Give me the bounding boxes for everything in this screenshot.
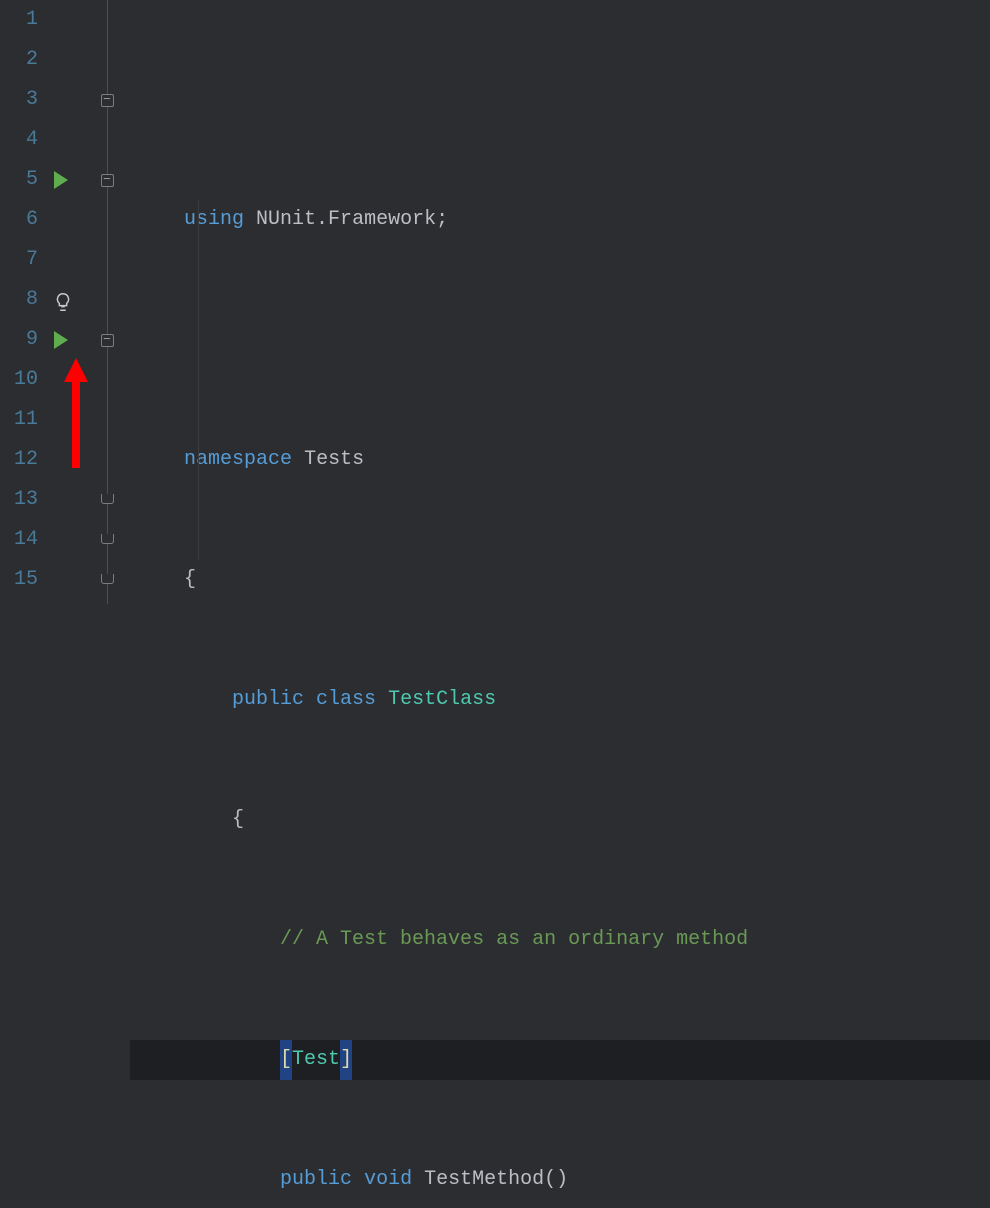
code-line[interactable]: using NUnit.Framework; (130, 200, 990, 240)
gutter: 1 2 3 4 5 6 7 8 9 10 11 12 13 14 15 (0, 0, 130, 604)
line-number-column: 1 2 3 4 5 6 7 8 9 10 11 12 13 14 15 (0, 0, 48, 604)
code-line[interactable]: // A Test behaves as an ordinary method (130, 920, 990, 960)
code-line-active[interactable]: [Test] (130, 1040, 990, 1080)
line-number: 6 (0, 200, 38, 240)
line-number: 5 (0, 160, 38, 200)
type-name: TestClass (388, 680, 496, 720)
run-test-icon[interactable] (54, 331, 68, 349)
run-gutter (48, 0, 90, 604)
method-name: TestMethod (424, 1160, 544, 1200)
fold-toggle[interactable] (101, 174, 114, 187)
line-number: 1 (0, 0, 38, 40)
code-editor[interactable]: 1 2 3 4 5 6 7 8 9 10 11 12 13 14 15 (0, 0, 990, 604)
fold-toggle[interactable] (101, 94, 114, 107)
line-number: 15 (0, 560, 38, 600)
lightbulb-icon[interactable] (52, 289, 74, 311)
line-number: 14 (0, 520, 38, 560)
line-number: 3 (0, 80, 38, 120)
keyword: class (316, 680, 376, 720)
line-number: 2 (0, 40, 38, 80)
code-line[interactable]: { (130, 560, 990, 600)
code-line[interactable]: namespace Tests (130, 440, 990, 480)
line-number: 10 (0, 360, 38, 400)
fold-end[interactable] (101, 494, 114, 504)
attr-bracket: [ (280, 1040, 292, 1080)
attr-bracket: ] (340, 1040, 352, 1080)
code-area[interactable]: using NUnit.Framework; namespace Tests {… (130, 0, 990, 604)
keyword: using (184, 200, 244, 240)
line-number: 12 (0, 440, 38, 480)
fold-end[interactable] (101, 574, 114, 584)
fold-toggle[interactable] (101, 334, 114, 347)
keyword: namespace (184, 440, 292, 480)
line-number: 9 (0, 320, 38, 360)
code-line[interactable]: { (130, 800, 990, 840)
fold-gutter (90, 0, 130, 604)
indent-guide (198, 200, 199, 560)
code-line[interactable] (130, 320, 990, 360)
line-number: 4 (0, 120, 38, 160)
punct: ; (436, 200, 448, 240)
attribute: Test (292, 1040, 340, 1080)
keyword: public (280, 1160, 352, 1200)
keyword: void (364, 1160, 412, 1200)
code-line[interactable]: public void TestMethod() (130, 1160, 990, 1200)
line-number: 11 (0, 400, 38, 440)
line-number: 8 (0, 280, 38, 320)
keyword: public (232, 680, 304, 720)
brace: { (232, 800, 244, 840)
run-test-icon[interactable] (54, 171, 68, 189)
namespace-ref: NUnit.Framework (256, 200, 436, 240)
comment: // A Test behaves as an ordinary method (280, 920, 748, 960)
parens: () (544, 1160, 568, 1200)
fold-end[interactable] (101, 534, 114, 544)
line-number: 7 (0, 240, 38, 280)
code-line[interactable]: public class TestClass (130, 680, 990, 720)
identifier: Tests (304, 440, 364, 480)
brace: { (184, 560, 196, 600)
line-number: 13 (0, 480, 38, 520)
